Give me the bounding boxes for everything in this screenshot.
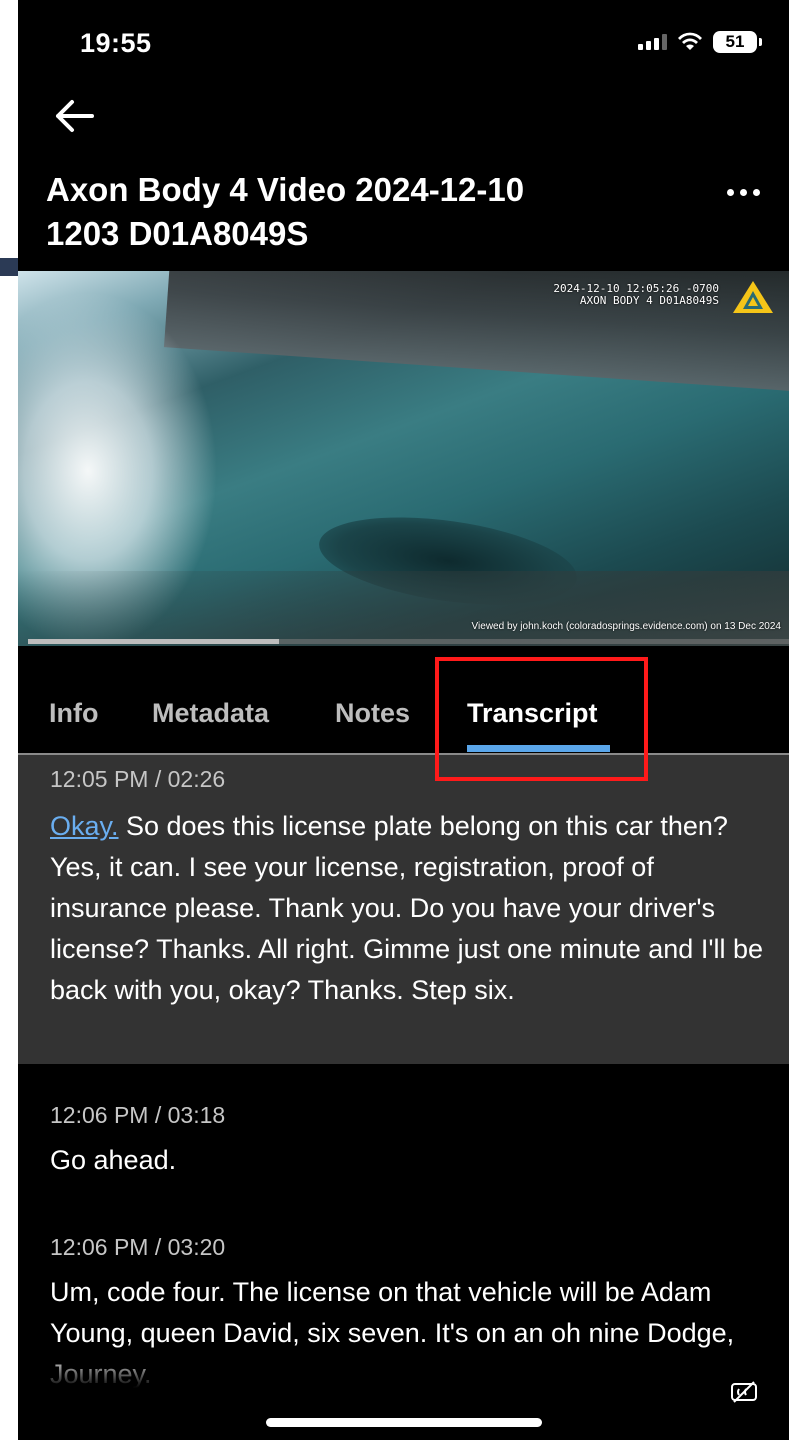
video-progress-bar[interactable] (28, 639, 789, 644)
page-title-line-2: 1203 D01A8049S (46, 215, 309, 252)
video-progress-fill (28, 639, 280, 644)
wifi-icon (678, 32, 702, 50)
captions-off-icon[interactable] (730, 1380, 758, 1404)
transcript-entry[interactable]: 12:05 PM / 02:26 Okay. So does this lice… (18, 755, 789, 1064)
current-word-highlight[interactable]: Okay. (50, 811, 119, 841)
home-indicator[interactable] (266, 1418, 542, 1427)
tab-bar: Info Metadata Notes Transcript (18, 686, 789, 756)
video-timestamp-overlay: 2024-12-10 12:05:26 -0700 AXON BODY 4 D0… (553, 283, 719, 307)
background-strip (0, 258, 18, 276)
phone-screen: 19:55 51 Axon Body 4 Video 2024-12-10 12… (18, 0, 789, 1440)
tab-info[interactable]: Info (49, 686, 98, 740)
tab-metadata[interactable]: Metadata (152, 686, 269, 740)
tab-transcript[interactable]: Transcript (467, 686, 598, 740)
status-icons: 51 (638, 30, 762, 54)
video-frame-ground (18, 571, 789, 646)
transcript-entry-time: 12:05 PM / 02:26 (50, 766, 226, 792)
status-time: 19:55 (80, 28, 152, 58)
transcript-entry-text: Okay. So does this license plate belong … (50, 806, 765, 1011)
axon-logo-icon (733, 281, 773, 313)
transcript-entry-text: Go ahead. (50, 1145, 177, 1175)
arrow-left-icon (56, 100, 94, 132)
transcript-entry-time: 12:06 PM / 03:18 (50, 1102, 226, 1128)
transcript-entry-time: 12:06 PM / 03:20 (50, 1234, 226, 1260)
more-horizontal-icon (726, 188, 734, 196)
tab-notes[interactable]: Notes (335, 686, 410, 740)
page-title-line-1: Axon Body 4 Video 2024-12-10 (46, 171, 525, 208)
video-player[interactable]: 2024-12-10 12:05:26 -0700 AXON BODY 4 D0… (18, 271, 789, 646)
cellular-signal-icon (638, 34, 667, 50)
back-button[interactable] (52, 96, 102, 136)
transcript-entry[interactable]: 12:06 PM / 03:18 Go ahead. (18, 1090, 789, 1200)
battery-icon: 51 (713, 31, 762, 53)
video-overlay-device: AXON BODY 4 D01A8049S (579, 294, 719, 307)
transcript-entry-body: So does this license plate belong on thi… (50, 811, 764, 1005)
active-tab-indicator (467, 745, 610, 752)
page-title: Axon Body 4 Video 2024-12-10 1203 D01A80… (46, 168, 646, 256)
more-options-button[interactable] (719, 178, 767, 206)
video-watermark: Viewed by john.koch (coloradosprings.evi… (471, 621, 781, 632)
